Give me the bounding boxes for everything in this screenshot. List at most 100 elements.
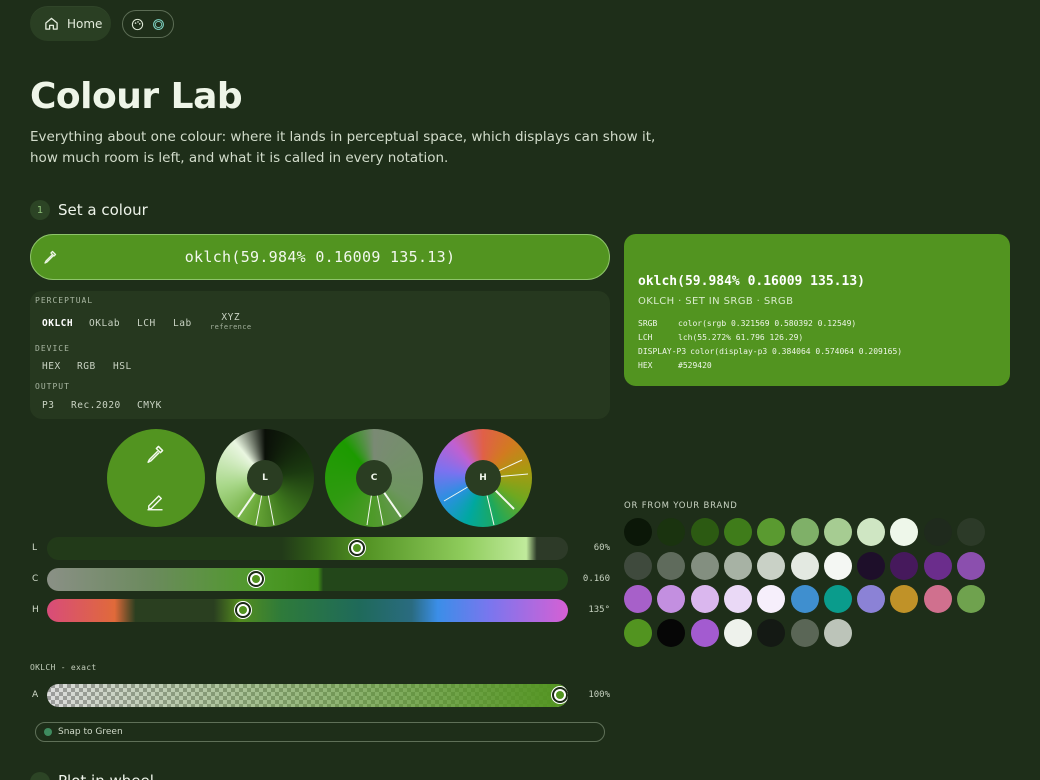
theme-toggle[interactable] [122, 10, 174, 38]
pencil-icon[interactable] [145, 491, 165, 511]
lightness-slider[interactable] [47, 537, 568, 560]
brand-swatch[interactable] [624, 518, 652, 546]
brand-swatch[interactable] [823, 585, 852, 613]
chroma-slider-thumb[interactable] [248, 571, 264, 587]
brand-swatch[interactable] [624, 551, 652, 580]
notation-xyz-label: XYZ [221, 312, 241, 323]
alpha-slider-label: A [32, 690, 39, 700]
preview-row-p3: DISPLAY-P3 color(display-p3 0.384064 0.57… [638, 347, 903, 356]
brand-swatch[interactable] [657, 618, 686, 647]
snap-to-button[interactable]: Snap to Green [35, 722, 605, 742]
colour-input[interactable]: oklch(59.984% 0.16009 135.13) [30, 234, 610, 280]
brand-swatch[interactable] [823, 518, 852, 546]
palette-icon[interactable] [131, 18, 144, 31]
brand-swatch[interactable] [957, 585, 985, 613]
output-label: OUTPUT [35, 382, 70, 391]
brand-swatch[interactable] [923, 585, 952, 613]
notation-cmyk[interactable]: CMYK [137, 400, 162, 411]
chroma-slider[interactable] [47, 568, 568, 591]
brand-swatch[interactable] [723, 551, 752, 580]
lightness-value: 60% [593, 543, 610, 553]
home-icon [45, 17, 58, 30]
step-title: Set a colour [58, 201, 148, 219]
page-lead: Everything about one colour: where it la… [30, 129, 656, 166]
hue-slider-label: H [32, 605, 39, 615]
brand-swatch[interactable] [757, 551, 786, 580]
alpha-value: 100% [588, 690, 610, 700]
step-title: Plot in wheel [58, 772, 154, 780]
lightness-wheel[interactable]: L [216, 429, 314, 527]
brand-swatch[interactable] [757, 518, 786, 546]
notation-rgb[interactable]: RGB [77, 361, 96, 372]
notation-panel: PERCEPTUAL OKLCH OKLab LCH Lab XYZ refer… [30, 291, 610, 419]
alpha-slider[interactable] [47, 684, 568, 707]
chroma-slider-label: C [32, 574, 39, 584]
brand-swatch[interactable] [657, 551, 686, 580]
brand-swatch[interactable] [890, 518, 919, 546]
preview-subtitle: OKLCH · SET IN SRGB · SRGB [638, 296, 794, 307]
brand-swatch[interactable] [757, 618, 786, 647]
brand-swatch[interactable] [823, 551, 852, 580]
preview-row-lch: LCH lch(55.272% 61.796 126.29) [638, 333, 804, 342]
hue-slider-thumb[interactable] [235, 602, 251, 618]
notation-xyz-note: reference [210, 323, 252, 331]
step-number [30, 772, 50, 780]
brand-swatch[interactable] [790, 585, 819, 613]
notation-hex[interactable]: HEX [42, 361, 61, 372]
brand-swatch[interactable] [857, 518, 886, 546]
brand-swatch[interactable] [757, 585, 786, 613]
brand-swatch[interactable] [624, 618, 652, 647]
lightness-wheel-label: L [247, 460, 283, 496]
notation-p3[interactable]: P3 [42, 400, 54, 411]
brand-swatch[interactable] [657, 585, 686, 613]
brand-swatch[interactable] [657, 518, 686, 546]
brand-swatch[interactable] [723, 618, 752, 647]
brand-swatch[interactable] [690, 618, 719, 647]
brand-swatch[interactable] [690, 551, 719, 580]
brand-swatch[interactable] [957, 518, 985, 546]
notation-oklch[interactable]: OKLCH [42, 318, 73, 329]
step-number: 1 [30, 200, 50, 220]
brand-swatch[interactable] [690, 518, 719, 546]
home-label: Home [67, 16, 103, 31]
hue-wheel-label: H [465, 460, 501, 496]
chroma-wheel-label: C [356, 460, 392, 496]
brand-swatch[interactable] [823, 618, 852, 647]
colour-preview-card: oklch(59.984% 0.16009 135.13) OKLCH · SE… [624, 234, 1010, 386]
notation-rec2020[interactable]: Rec.2020 [71, 400, 121, 411]
alpha-slider-thumb[interactable] [552, 687, 568, 703]
notation-lch[interactable]: LCH [137, 318, 156, 329]
eyedropper-icon[interactable] [42, 249, 58, 265]
colour-input-value[interactable]: oklch(59.984% 0.16009 135.13) [185, 248, 456, 266]
brand-swatch[interactable] [723, 585, 752, 613]
brand-swatch[interactable] [690, 585, 719, 613]
perceptual-label: PERCEPTUAL [35, 296, 94, 305]
brand-swatch[interactable] [624, 585, 652, 613]
brand-swatch[interactable] [790, 518, 819, 546]
brand-swatch[interactable] [890, 585, 919, 613]
notation-oklab[interactable]: OKLab [89, 318, 120, 329]
hue-value: 135° [588, 605, 610, 615]
lightness-slider-thumb[interactable] [349, 540, 365, 556]
notation-xyz[interactable]: XYZ reference [210, 312, 252, 331]
brand-swatch[interactable] [923, 551, 952, 580]
swatch-tools-wheel[interactable] [107, 429, 205, 527]
hue-wheel[interactable]: H [434, 429, 532, 527]
hue-slider[interactable] [47, 599, 568, 622]
brand-swatch[interactable] [723, 518, 752, 546]
brand-swatch[interactable] [857, 585, 886, 613]
brand-swatch[interactable] [957, 551, 985, 580]
brand-swatch[interactable] [857, 551, 886, 580]
eyedropper-icon[interactable] [144, 443, 166, 465]
brand-swatch[interactable] [923, 518, 952, 546]
preview-row-srgb: SRGB color(srgb 0.321569 0.580392 0.12549… [638, 319, 857, 328]
notation-hsl[interactable]: HSL [113, 361, 132, 372]
chroma-wheel[interactable]: C [325, 429, 423, 527]
notation-lab[interactable]: Lab [173, 318, 192, 329]
brand-swatch[interactable] [790, 551, 819, 580]
brand-swatch[interactable] [890, 551, 919, 580]
home-button[interactable]: Home [30, 6, 111, 41]
brand-swatch[interactable] [790, 618, 819, 647]
gamut-status: OKLCH - exact [30, 663, 97, 672]
openai-icon[interactable] [152, 18, 165, 31]
